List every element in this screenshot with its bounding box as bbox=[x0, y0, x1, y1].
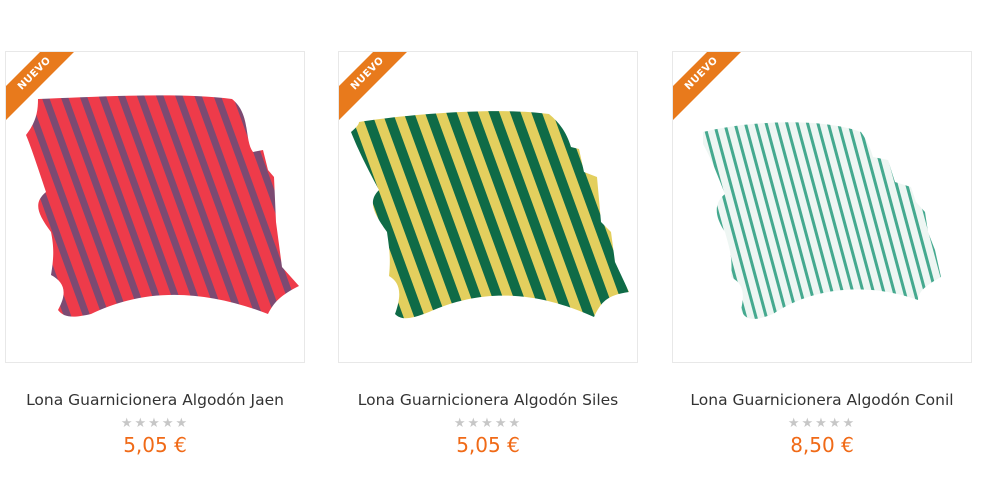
product-card-siles[interactable]: NUEVO Lona Guarnicionera Algodón Siles ★… bbox=[338, 51, 638, 457]
fabric-swatch-image bbox=[26, 95, 299, 317]
star-icon: ★ bbox=[508, 416, 523, 431]
product-price: 8,50 € bbox=[790, 433, 854, 457]
star-icon: ★ bbox=[175, 416, 190, 431]
product-name[interactable]: Lona Guarnicionera Algodón Conil bbox=[672, 391, 972, 409]
fabric-swatch-image bbox=[351, 111, 629, 319]
rating-stars: ★★★★★ bbox=[672, 416, 972, 431]
star-icon: ★ bbox=[787, 416, 802, 431]
product-image-link[interactable]: NUEVO bbox=[338, 51, 638, 363]
product-image-link[interactable]: NUEVO bbox=[672, 51, 972, 363]
star-icon: ★ bbox=[828, 416, 843, 431]
star-icon: ★ bbox=[453, 416, 468, 431]
rating-stars: ★★★★★ bbox=[5, 416, 305, 431]
product-card-jaen[interactable]: NUEVO Lona Guarnicionera Algodón Jaen ★★… bbox=[5, 51, 305, 457]
star-icon: ★ bbox=[815, 416, 829, 431]
product-name[interactable]: Lona Guarnicionera Algodón Siles bbox=[338, 391, 638, 409]
fabric-swatch-image bbox=[703, 122, 941, 319]
star-icon: ★ bbox=[481, 416, 495, 431]
rating-stars: ★★★★★ bbox=[338, 416, 638, 431]
product-name[interactable]: Lona Guarnicionera Algodón Jaen bbox=[5, 391, 305, 409]
product-card-conil[interactable]: NUEVO Lona Guarnicionera Algodón Conil ★… bbox=[672, 51, 972, 457]
product-price: 5,05 € bbox=[123, 433, 187, 457]
star-icon: ★ bbox=[148, 416, 162, 431]
star-icon: ★ bbox=[120, 416, 135, 431]
star-icon: ★ bbox=[467, 416, 482, 431]
star-icon: ★ bbox=[494, 416, 509, 431]
star-icon: ★ bbox=[801, 416, 816, 431]
product-price: 5,05 € bbox=[456, 433, 520, 457]
star-icon: ★ bbox=[134, 416, 149, 431]
star-icon: ★ bbox=[842, 416, 857, 431]
product-image-link[interactable]: NUEVO bbox=[5, 51, 305, 363]
star-icon: ★ bbox=[161, 416, 176, 431]
